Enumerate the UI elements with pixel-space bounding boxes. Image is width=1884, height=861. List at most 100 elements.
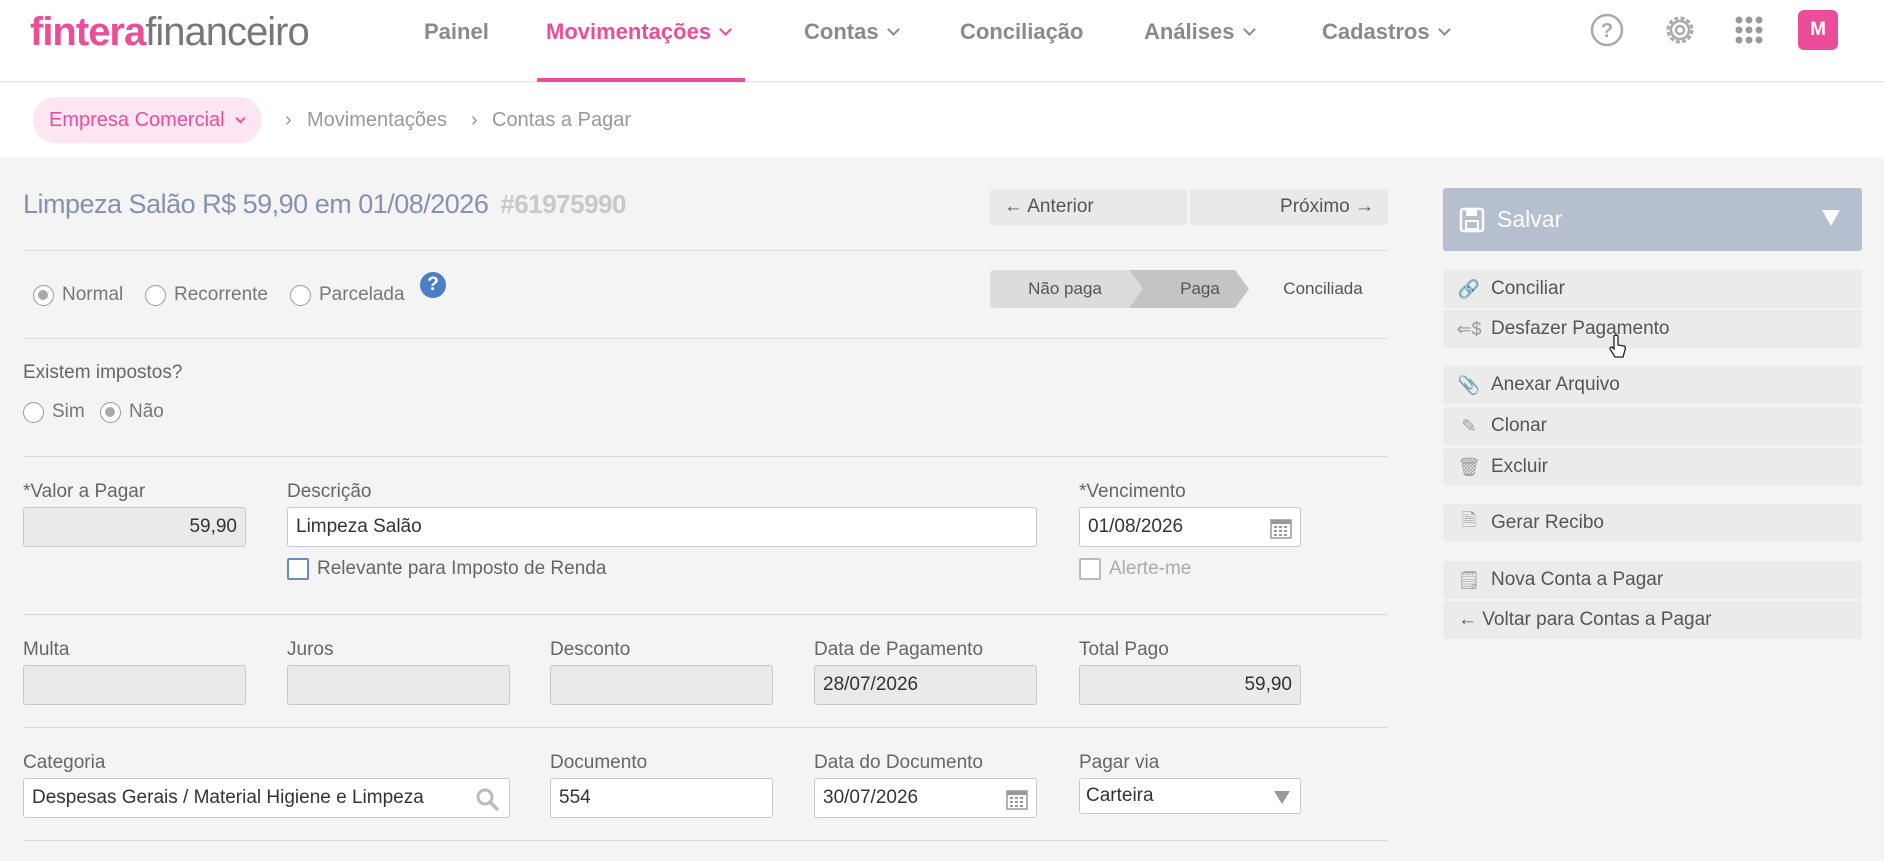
radio-recorrente-label: Recorrente [174, 284, 268, 305]
nav-movimentacoes-label: Movimentações [546, 19, 712, 44]
data-documento-value: 30/07/2026 [823, 787, 919, 808]
divider [23, 614, 1388, 615]
page-title: Limpeza Salão R$ 59,90 em 01/08/2026 #619… [23, 189, 626, 220]
apps-grid-icon[interactable] [1729, 10, 1769, 50]
recibo-label: Gerar Recibo [1491, 512, 1604, 533]
radio-normal[interactable]: Normal [33, 284, 123, 306]
conciliar-label: Conciliar [1491, 278, 1565, 299]
data-documento-field[interactable]: 30/07/2026 [814, 778, 1037, 818]
status-paga: Paga [1180, 279, 1220, 298]
descricao-field[interactable]: Limpeza Salão [287, 507, 1037, 547]
logo-brand: fintera [30, 10, 146, 54]
chevron-down-icon [719, 23, 732, 36]
anexar-label: Anexar Arquivo [1491, 374, 1620, 395]
nav-painel-label: Painel [424, 19, 489, 44]
next-button[interactable]: Próximo → [1190, 189, 1388, 225]
nav-contas[interactable]: Contas [804, 19, 900, 45]
multa-label: Multa [23, 639, 70, 660]
desconto-label: Desconto [550, 639, 631, 660]
total-pago-field[interactable]: 59,90 [1079, 665, 1301, 705]
chevron-down-icon [886, 23, 900, 36]
clonar-button[interactable]: ✎ Clonar [1443, 407, 1862, 445]
link-icon: 🔗 [1457, 278, 1481, 299]
app-logo[interactable]: finterafinanceiro [30, 10, 310, 55]
divider [23, 840, 1388, 841]
radio-taxes-nao[interactable]: Não [100, 401, 164, 423]
radio-taxes-sim[interactable]: Sim [23, 401, 85, 423]
radio-recorrente[interactable]: Recorrente [145, 284, 268, 306]
radio-sim-label: Sim [52, 401, 85, 422]
multa-field[interactable] [23, 665, 246, 705]
excluir-button[interactable]: 🗑 Excluir [1443, 448, 1862, 486]
nova-conta-button[interactable]: 🗒 Nova Conta a Pagar [1443, 561, 1862, 599]
receipt-icon: 🗎 [1461, 510, 1477, 530]
valor-label: *Valor a Pagar [23, 481, 146, 502]
alerte-me-checkbox[interactable]: Alerte-me [1079, 558, 1191, 580]
vencimento-value: 01/08/2026 [1088, 516, 1184, 537]
question-help-icon[interactable]: ? [420, 272, 446, 298]
nav-conciliacao[interactable]: Conciliação [960, 19, 1083, 45]
excluir-label: Excluir [1491, 456, 1549, 477]
pagar-via-select[interactable]: Carteira [1079, 778, 1301, 814]
juros-field[interactable] [287, 665, 510, 705]
save-label: Salvar [1497, 206, 1563, 232]
pagar-via-label: Pagar via [1079, 752, 1160, 773]
breadcrumb-movimentacoes[interactable]: Movimentações [307, 109, 447, 132]
documento-field[interactable]: 554 [550, 778, 773, 818]
hand-cursor-icon [1609, 334, 1626, 358]
save-dropdown-caret-icon[interactable] [1822, 210, 1840, 226]
nav-conciliacao-label: Conciliação [960, 19, 1084, 44]
desconto-field[interactable] [550, 665, 773, 705]
calendar-icon[interactable] [1006, 788, 1028, 810]
chevron-down-icon [1437, 23, 1451, 36]
active-nav-indicator [537, 78, 745, 82]
radio-nao-label: Não [129, 401, 164, 422]
logo-sub: financeiro [145, 10, 309, 54]
user-avatar[interactable]: M [1798, 10, 1838, 50]
svg-text:?: ? [1601, 20, 1613, 42]
save-button[interactable]: Salvar [1443, 188, 1862, 251]
taxes-question: Existem impostos? [23, 362, 183, 383]
conciliar-button[interactable]: 🔗 Conciliar [1443, 270, 1862, 308]
data-pagamento-field[interactable]: 28/07/2026 [814, 665, 1037, 705]
breadcrumb-contas-a-pagar[interactable]: Contas a Pagar [492, 109, 631, 132]
gerar-recibo-button[interactable]: 🗎 Gerar Recibo [1443, 504, 1862, 542]
nav-movimentacoes[interactable]: Movimentações [546, 19, 732, 45]
chevron-down-icon [1242, 23, 1256, 36]
new-bill-icon: 🗒 [1457, 569, 1481, 590]
breadcrumb: Empresa Comercial › Movimentações › Cont… [0, 83, 1884, 157]
categoria-field[interactable]: Despesas Gerais / Material Higiene e Lim… [23, 778, 510, 818]
divider [23, 338, 1388, 339]
imposto-renda-checkbox[interactable]: Relevante para Imposto de Renda [287, 558, 606, 580]
nav-analises[interactable]: Análises [1144, 19, 1256, 45]
vencimento-label: *Vencimento [1079, 481, 1186, 502]
paperclip-icon: 📎 [1457, 374, 1481, 395]
valor-field[interactable]: 59,90 [23, 507, 246, 547]
nova-conta-label: Nova Conta a Pagar [1491, 569, 1664, 590]
divider [23, 456, 1388, 457]
anexar-arquivo-button[interactable]: 📎 Anexar Arquivo [1443, 366, 1862, 404]
desfazer-pagamento-button[interactable]: ⇐$ Desfazer Pagamento [1443, 310, 1862, 348]
voltar-button[interactable]: ← Voltar para Contas a Pagar [1443, 601, 1862, 639]
previous-button[interactable]: ← Anterior [990, 189, 1187, 225]
gear-icon[interactable] [1660, 10, 1700, 50]
radio-circle [290, 284, 311, 306]
company-selector[interactable]: Empresa Comercial [33, 97, 262, 143]
radio-circle [100, 401, 121, 423]
calendar-icon[interactable] [1270, 517, 1292, 539]
nav-cadastros[interactable]: Cadastros [1322, 19, 1451, 45]
radio-normal-label: Normal [62, 284, 124, 305]
checkbox-box [1079, 558, 1101, 580]
total-pago-label: Total Pago [1079, 639, 1169, 660]
nav-painel[interactable]: Painel [424, 19, 489, 45]
help-icon[interactable]: ? [1587, 10, 1627, 50]
juros-label: Juros [287, 639, 334, 660]
radio-parcelada-label: Parcelada [319, 284, 405, 305]
search-icon[interactable] [475, 787, 499, 811]
floppy-disk-icon [1459, 207, 1485, 232]
vencimento-field[interactable]: 01/08/2026 [1079, 507, 1301, 547]
documento-label: Documento [550, 752, 648, 773]
breadcrumb-separator: › [471, 109, 478, 131]
radio-parcelada[interactable]: Parcelada [290, 284, 405, 306]
trash-icon: 🗑 [1457, 456, 1481, 477]
